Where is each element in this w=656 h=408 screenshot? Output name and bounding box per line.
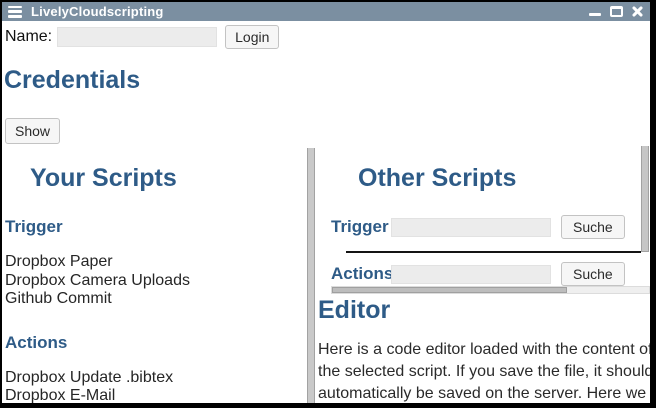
other-scripts-vertical-scrollbar [641,146,649,294]
actions-script-list: Dropbox Update .bibtexDropbox E-Mail [5,369,307,404]
other-actions-label: Actions [331,264,391,284]
other-scripts-heading: Other Scripts [358,164,650,193]
name-input[interactable] [57,27,217,47]
script-list-item[interactable]: Dropbox Camera Uploads [5,272,307,291]
other-trigger-label: Trigger [331,217,391,237]
your-actions-label: Actions [5,333,307,353]
trigger-search-button[interactable]: Suche [561,215,625,239]
left-pane-scrollbar[interactable] [307,148,315,403]
script-list-item[interactable]: Github Commit [5,290,307,309]
close-icon[interactable] [631,5,644,18]
actions-search-input[interactable] [391,265,551,284]
your-trigger-label: Trigger [5,217,307,237]
window-title: LivelyCloudscripting [31,4,164,19]
editor-description: Here is a code editor loaded with the co… [318,339,650,403]
trigger-search-row: Trigger Suche [331,215,650,239]
login-row: Name: Login [5,25,279,49]
window-content: Name: Login Credentials Show Your Script… [2,21,650,403]
section-divider [346,251,641,253]
trigger-script-list: Dropbox PaperDropbox Camera UploadsGithu… [5,253,307,309]
login-button[interactable]: Login [225,25,279,49]
window-controls [589,5,644,18]
script-list-item[interactable]: Dropbox E-Mail [5,387,307,403]
app-window: LivelyCloudscripting Name: Login Credent… [0,0,656,408]
right-column: Other Scripts Trigger Suche Actions Such… [315,146,650,403]
trigger-search-input[interactable] [391,218,551,237]
show-credentials-button[interactable]: Show [5,118,60,144]
horizontal-scrollbar-thumb[interactable] [332,287,567,293]
vertical-scrollbar-thumb[interactable] [641,146,649,252]
actions-search-row: Actions Suche [331,262,650,286]
minimize-icon[interactable] [589,13,601,16]
script-list-item[interactable]: Dropbox Paper [5,253,307,272]
credentials-heading: Credentials [4,66,140,95]
editor-section: Editor Here is a code editor loaded with… [315,294,650,403]
editor-heading: Editor [318,296,650,325]
name-label: Name: [5,28,52,46]
your-scripts-heading: Your Scripts [30,164,307,193]
your-scripts-pane: Your Scripts Trigger Dropbox PaperDropbo… [2,146,307,403]
other-scripts-horizontal-scrollbar [331,286,650,294]
titlebar: LivelyCloudscripting [2,2,650,21]
maximize-icon[interactable] [610,6,623,17]
actions-search-button[interactable]: Suche [561,262,625,286]
other-scripts-pane: Other Scripts Trigger Suche Actions Such… [315,146,650,294]
scripts-area: Your Scripts Trigger Dropbox PaperDropbo… [2,146,650,403]
hamburger-menu-icon[interactable] [8,6,22,18]
script-list-item[interactable]: Dropbox Update .bibtex [5,369,307,388]
